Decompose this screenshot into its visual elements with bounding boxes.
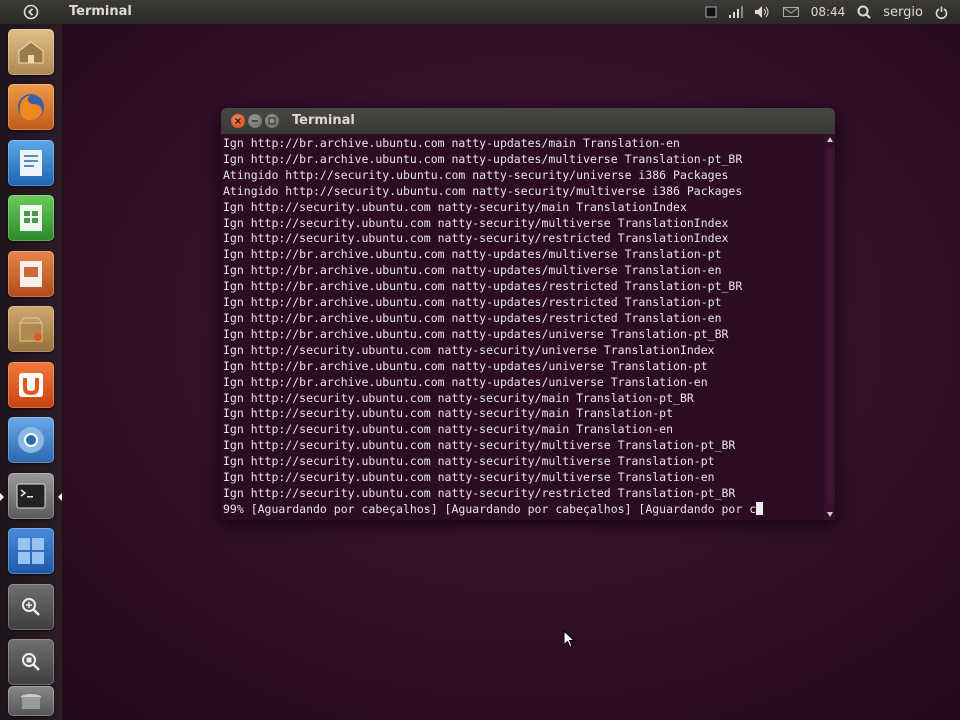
launcher-workspace-switcher[interactable] (8, 528, 54, 574)
minimize-icon (252, 120, 258, 122)
terminal-line: Ign http://br.archive.ubuntu.com natty-u… (223, 151, 743, 166)
running-indicator-icon (0, 493, 4, 501)
user-name[interactable]: sergio (883, 5, 923, 20)
window-title: Terminal (292, 113, 355, 128)
launcher-firefox[interactable] (8, 84, 54, 130)
mail-icon[interactable] (782, 6, 799, 18)
launcher-impress[interactable] (8, 251, 54, 297)
maximize-button[interactable] (265, 114, 279, 128)
terminal-line: 99% [Aguardando por cabeçalhos] [Aguarda… (223, 501, 823, 518)
focused-indicator-icon (58, 493, 62, 501)
scroll-thumb[interactable] (826, 148, 834, 504)
mouse-pointer-icon (563, 629, 576, 652)
software-center-icon (19, 317, 43, 342)
writer-icon (20, 150, 42, 176)
terminal-line: Ign http://br.archive.ubuntu.com natty-u… (223, 263, 722, 278)
launcher-trash[interactable] (8, 686, 54, 716)
search-apps-icon (22, 598, 40, 616)
terminal-line: Ign http://security.ubuntu.com natty-sec… (223, 485, 736, 500)
scroll-down-icon[interactable] (827, 512, 833, 517)
terminal-line: Ign http://security.ubuntu.com natty-sec… (223, 199, 687, 214)
active-app-title: Terminal (69, 4, 132, 19)
launcher-home-folder[interactable] (8, 29, 54, 75)
search-files-icon (22, 653, 40, 671)
terminal-line: Ign http://security.ubuntu.com natty-sec… (223, 438, 736, 453)
terminal-line: Ign http://security.ubuntu.com natty-sec… (223, 231, 729, 246)
trash-icon (21, 694, 41, 709)
terminal-line: Ign http://security.ubuntu.com natty-sec… (223, 454, 715, 469)
indicator-tray: 08:44 sergio (705, 0, 960, 24)
terminal-line: Atingido http://security.ubuntu.com natt… (223, 167, 729, 182)
launcher-dash-files[interactable] (8, 639, 54, 685)
terminal-line: Ign http://br.archive.ubuntu.com natty-u… (223, 358, 708, 373)
terminal-line: Ign http://security.ubuntu.com natty-sec… (223, 422, 674, 437)
clock[interactable]: 08:44 (811, 5, 846, 19)
terminal-line: Ign http://br.archive.ubuntu.com natty-u… (223, 326, 729, 341)
terminal-line: Ign http://br.archive.ubuntu.com natty-u… (223, 310, 722, 325)
terminal-line: Ign http://security.ubuntu.com natty-sec… (223, 215, 729, 230)
terminal-line: Ign http://br.archive.ubuntu.com natty-u… (223, 136, 680, 150)
network-signal-icon[interactable] (728, 6, 743, 18)
maximize-icon (268, 117, 276, 125)
launcher-software-center[interactable] (8, 306, 54, 352)
workspace-switcher-icon (18, 538, 44, 564)
home-folder-icon (18, 41, 44, 64)
text-cursor (756, 501, 764, 515)
close-button[interactable] (231, 114, 245, 128)
top-panel: Terminal 08:44 sergio (0, 0, 960, 24)
terminal-line: Ign http://br.archive.ubuntu.com natty-u… (223, 279, 743, 294)
launcher (0, 24, 63, 720)
calc-icon (20, 205, 42, 231)
chromium-icon (18, 427, 44, 453)
firefox-icon (18, 94, 44, 121)
launcher-chromium[interactable] (8, 417, 54, 463)
ubuntu-one-icon (19, 373, 43, 397)
terminal-output[interactable]: Ign http://br.archive.ubuntu.com natty-u… (221, 134, 823, 520)
terminal-line: Ign http://br.archive.ubuntu.com natty-u… (223, 247, 722, 262)
launcher-ubuntu-one[interactable] (8, 362, 54, 408)
terminal-line: Ign http://br.archive.ubuntu.com natty-u… (223, 295, 722, 310)
launcher-dash-apps[interactable] (8, 584, 54, 630)
launcher-calc[interactable] (8, 195, 54, 241)
impress-icon (20, 261, 42, 287)
terminal-window[interactable]: Terminal Ign http://br.archive.ubuntu.co… (221, 108, 835, 520)
terminal-line: Ign http://security.ubuntu.com natty-sec… (223, 406, 674, 421)
terminal-line: Ign http://security.ubuntu.com natty-sec… (223, 390, 694, 405)
minimize-button[interactable] (248, 114, 262, 128)
volume-icon[interactable] (754, 6, 771, 18)
scrollbar[interactable] (823, 134, 835, 520)
close-icon (234, 117, 242, 125)
launcher-writer[interactable] (8, 140, 54, 186)
terminal-icon (16, 483, 46, 509)
user-icon[interactable] (857, 5, 871, 19)
scroll-up-icon[interactable] (827, 137, 833, 142)
terminal-line: Ign http://security.ubuntu.com natty-sec… (223, 470, 715, 485)
power-icon[interactable] (935, 6, 948, 19)
launcher-terminal[interactable] (8, 473, 54, 519)
window-title-bar[interactable]: Terminal (221, 108, 835, 134)
keyboard-indicator-icon[interactable] (705, 6, 717, 18)
terminal-line: Atingido http://security.ubuntu.com natt… (223, 183, 743, 198)
terminal-line: Ign http://security.ubuntu.com natty-sec… (223, 342, 715, 357)
terminal-line: Ign http://br.archive.ubuntu.com natty-u… (223, 374, 708, 389)
dash-button-icon[interactable] (22, 3, 40, 21)
